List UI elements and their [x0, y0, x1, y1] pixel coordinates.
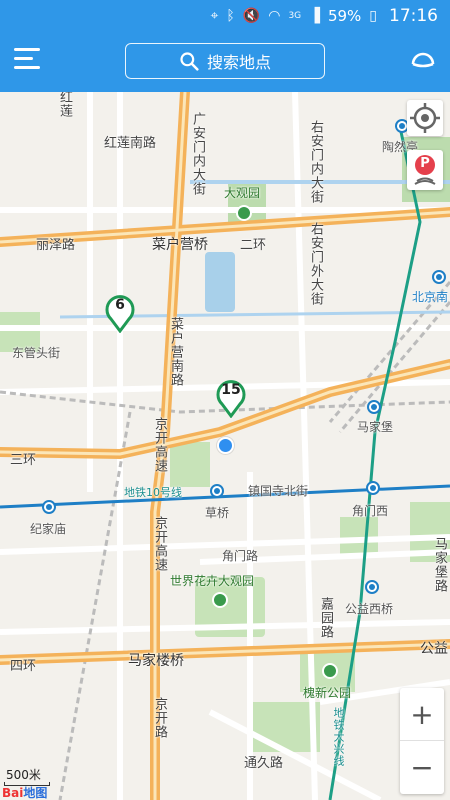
metro-station-icon — [42, 500, 56, 514]
parking-label: P — [420, 156, 430, 171]
locate-button[interactable] — [407, 100, 443, 136]
map-pin[interactable]: 6 — [105, 295, 135, 334]
map-label: 丽泽路 — [36, 238, 76, 253]
zoom-control: + − — [400, 688, 444, 794]
map-label: 四环 — [10, 659, 37, 674]
metro-station-icon — [366, 481, 380, 495]
search-placeholder: 搜索地点 — [206, 53, 271, 72]
signal-icon: ▐ — [309, 8, 320, 24]
map-label: 马家堡路 — [432, 537, 447, 593]
zoom-out-button[interactable]: − — [400, 741, 444, 794]
network-type: 3G — [288, 11, 302, 21]
map-label: 嘉园路 — [318, 597, 333, 639]
map-label: 红莲 — [57, 92, 72, 118]
map-label: 广安门内大街 — [190, 112, 205, 196]
park-icon — [212, 592, 228, 608]
logo-text: Bai — [2, 786, 24, 800]
map-label: 京开高速 — [152, 417, 167, 473]
user-icon[interactable] — [410, 47, 436, 73]
metro-station-icon — [210, 484, 224, 498]
map-label: 东管头街 — [12, 346, 61, 360]
app-bar: 搜索地点 — [0, 32, 450, 92]
menu-icon[interactable] — [14, 48, 42, 76]
target-icon — [410, 103, 440, 133]
map-label: 京开高速 — [152, 516, 167, 572]
logo-suffix: 地图 — [23, 786, 48, 800]
map-label: 镇国寺北街 — [248, 484, 309, 498]
map-label: 公益 — [420, 641, 448, 657]
park-icon — [236, 205, 252, 221]
metro-station-icon — [432, 270, 446, 284]
map-label: 通久路 — [244, 756, 284, 771]
location-icon: ⌖ — [210, 8, 219, 24]
map-label: 右安门外大街 — [308, 222, 323, 306]
map-logo: Bai地图 — [2, 784, 47, 800]
map-label: 二环 — [240, 238, 267, 253]
current-location-dot — [217, 437, 234, 454]
status-bar: ⌖ ᛒ 🔇 ◠ 3G ▐ 59% ▯ 17:16 — [0, 0, 450, 32]
map-label: 公益西桥 — [345, 602, 394, 616]
map-label: 北京南 — [412, 290, 449, 304]
map-label: 地铁大兴线 — [332, 707, 345, 767]
mute-icon: 🔇 — [242, 8, 261, 24]
map-label: 纪家庙 — [30, 522, 67, 536]
map-label: 地铁10号线 — [124, 486, 182, 499]
map-label: 角门路 — [222, 549, 259, 563]
map-label: 草桥 — [205, 506, 230, 520]
map-label: 菜户营桥 — [152, 237, 208, 253]
map-pin[interactable]: 15 — [216, 380, 246, 419]
battery-level: 59% — [327, 7, 362, 25]
map-label: 三环 — [10, 453, 37, 468]
map-label: 马家楼桥 — [128, 653, 184, 669]
park-icon — [322, 663, 338, 679]
map-label: 世界花卉大观园 — [170, 574, 255, 588]
map-label: 槐新公园 — [303, 686, 352, 700]
clock: 17:16 — [389, 6, 438, 26]
map-label: 马家堡 — [357, 420, 394, 434]
metro-station-icon — [367, 400, 381, 414]
search-input[interactable]: 搜索地点 — [125, 43, 325, 79]
map-label: 大观园 — [224, 186, 261, 200]
pin-label: 15 — [221, 382, 241, 398]
bluetooth-icon: ᛒ — [226, 8, 235, 24]
search-icon — [180, 52, 199, 71]
map-label: 右安门内大街 — [308, 120, 323, 204]
zoom-in-button[interactable]: + — [400, 688, 444, 741]
battery-icon: ▯ — [369, 8, 377, 24]
map-label: 京开路 — [152, 697, 167, 739]
wifi-icon: ◠ — [268, 8, 281, 24]
map-view[interactable]: 红莲 红莲南路 广安门内大街 丽泽路 菜户营桥 二环 大观园 右安门内大街 右安… — [0, 92, 450, 800]
parking-button[interactable]: P — [407, 150, 443, 190]
map-label: 红莲南路 — [104, 136, 157, 151]
map-label: 角门西 — [352, 504, 389, 518]
metro-station-icon — [365, 580, 379, 594]
scale-label: 500米 — [6, 768, 41, 782]
map-label: 菜户营南路 — [168, 317, 183, 387]
pin-label: 6 — [115, 297, 125, 313]
